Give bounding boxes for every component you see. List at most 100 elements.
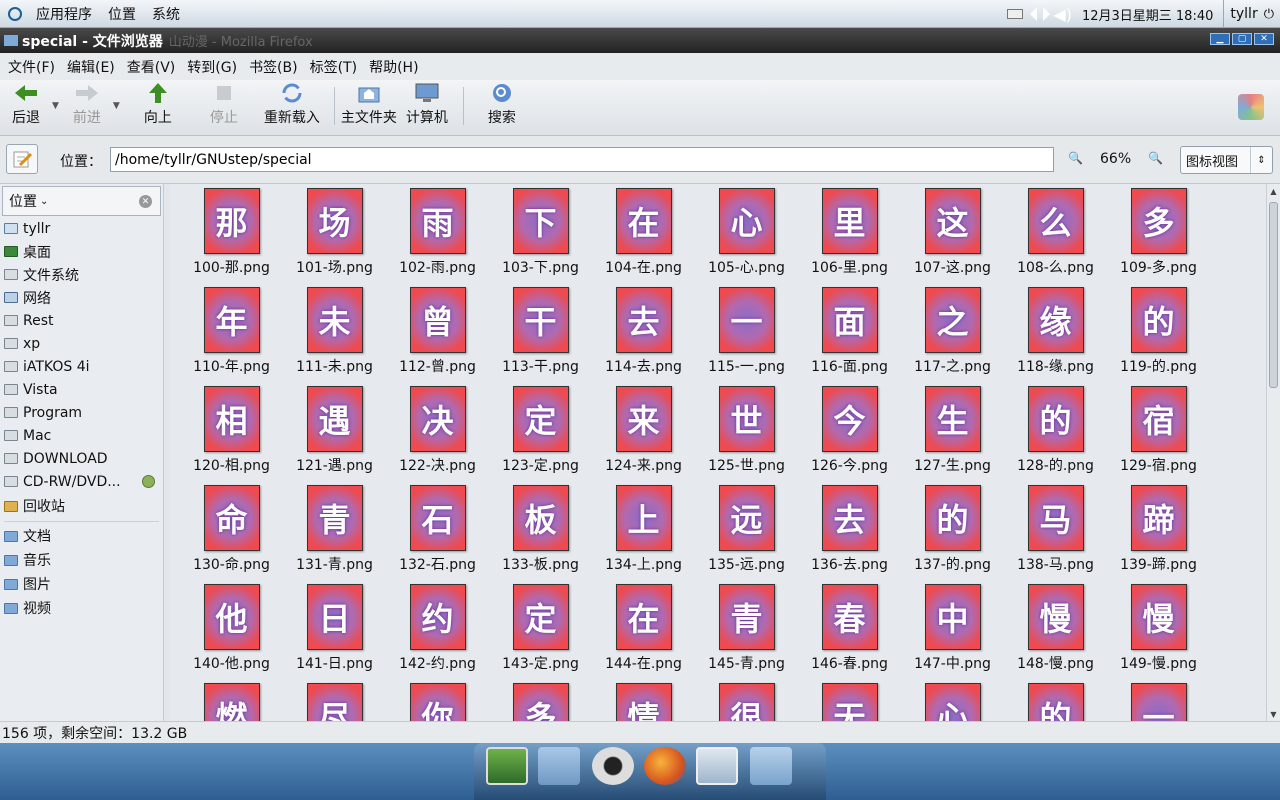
up-button[interactable]: 向上	[136, 81, 180, 127]
sidebar-item-xp[interactable]: xp	[0, 332, 163, 355]
file-item[interactable]: 场 101-场.png	[283, 188, 386, 287]
maximize-button[interactable]: ▢	[1232, 33, 1252, 45]
file-item[interactable]: 你	[386, 683, 489, 721]
file-item[interactable]: 中 147-中.png	[901, 584, 1004, 683]
file-item[interactable]: 石 132-石.png	[386, 485, 489, 584]
file-item[interactable]: 在 144-在.png	[592, 584, 695, 683]
file-item[interactable]: 他 140-他.png	[180, 584, 283, 683]
file-item[interactable]: 约 142-约.png	[386, 584, 489, 683]
sidebar-item-videos[interactable]: 视频	[0, 596, 163, 620]
file-item[interactable]: 面 116-面.png	[798, 287, 901, 386]
file-item[interactable]: 的 128-的.png	[1004, 386, 1107, 485]
forward-button[interactable]: 前进	[65, 81, 109, 127]
file-item[interactable]: 多	[489, 683, 592, 721]
sidebar-item-tyllr[interactable]: tyllr	[0, 217, 163, 240]
sidebar-item-network[interactable]: 网络	[0, 286, 163, 309]
close-button[interactable]: ✕	[1254, 33, 1274, 45]
file-item[interactable]: 的 137-的.png	[901, 485, 1004, 584]
menu-go[interactable]: 转到(G)	[181, 57, 243, 77]
file-item[interactable]: 的	[1004, 683, 1107, 721]
file-item[interactable]: 缘 118-缘.png	[1004, 287, 1107, 386]
file-item[interactable]: 燃	[180, 683, 283, 721]
forward-history-dropdown[interactable]: ▼	[113, 101, 120, 111]
file-item[interactable]: 世 125-世.png	[695, 386, 798, 485]
icon-view[interactable]: 那 100-那.png 场 101-场.png 雨 102-雨.png 下 103-下.png…	[170, 184, 1266, 721]
places-menu[interactable]: 位置	[100, 4, 144, 24]
sidebar-item-download[interactable]: DOWNLOAD	[0, 447, 163, 470]
file-item[interactable]: 雨 102-雨.png	[386, 188, 489, 287]
file-item[interactable]: 一	[1107, 683, 1210, 721]
system-menu[interactable]: 系统	[144, 4, 188, 24]
home-folder-button[interactable]: 主文件夹	[341, 81, 397, 127]
reload-button[interactable]: 重新载入	[264, 81, 320, 127]
file-item[interactable]: 日 141-日.png	[283, 584, 386, 683]
power-icon[interactable]: ⏻	[1264, 7, 1274, 22]
scroll-up-arrow-icon[interactable]: ▲	[1267, 184, 1280, 198]
file-item[interactable]: 之 117-之.png	[901, 287, 1004, 386]
computer-button[interactable]: 计算机	[405, 81, 449, 127]
stop-button[interactable]: 停止	[202, 81, 246, 127]
file-item[interactable]: 远 135-远.png	[695, 485, 798, 584]
file-item[interactable]: 很	[695, 683, 798, 721]
file-item[interactable]: 命 130-命.png	[180, 485, 283, 584]
file-item[interactable]: 上 134-上.png	[592, 485, 695, 584]
sidebar-item-vista[interactable]: Vista	[0, 378, 163, 401]
file-item[interactable]: 慢 148-慢.png	[1004, 584, 1107, 683]
file-item[interactable]: 去 114-去.png	[592, 287, 695, 386]
file-item[interactable]: 定 143-定.png	[489, 584, 592, 683]
file-item[interactable]: 决 122-决.png	[386, 386, 489, 485]
file-item[interactable]: 情	[592, 683, 695, 721]
toggle-location-edit-button[interactable]	[6, 144, 38, 174]
user-switcher[interactable]: tyllr ⏻	[1223, 0, 1280, 28]
file-item[interactable]: 里 106-里.png	[798, 188, 901, 287]
search-button[interactable]: 搜索	[480, 81, 524, 127]
clock[interactable]: 12月3日星期三 18:40	[1072, 5, 1223, 24]
sidebar-item-desktop[interactable]: 桌面	[0, 240, 163, 263]
minimize-button[interactable]: ▁	[1210, 33, 1230, 45]
scroll-down-arrow-icon[interactable]: ▼	[1267, 707, 1280, 721]
file-item[interactable]: 这 107-这.png	[901, 188, 1004, 287]
menu-help[interactable]: 帮助(H)	[363, 57, 424, 77]
sidebar-item-program[interactable]: Program	[0, 401, 163, 424]
file-item[interactable]: 曾 112-曾.png	[386, 287, 489, 386]
back-button[interactable]: 后退	[4, 81, 48, 127]
file-item[interactable]: 那 100-那.png	[180, 188, 283, 287]
location-input[interactable]	[110, 147, 1054, 172]
file-item[interactable]: 未 111-未.png	[283, 287, 386, 386]
zoom-in-icon[interactable]: 🔍	[1148, 151, 1163, 165]
zoom-level[interactable]: 66%	[1100, 151, 1131, 167]
file-item[interactable]: 马 138-马.png	[1004, 485, 1107, 584]
file-item[interactable]: 今 126-今.png	[798, 386, 901, 485]
sidebar-item-iatkos[interactable]: iATKOS 4i	[0, 355, 163, 378]
menu-view[interactable]: 查看(V)	[121, 57, 182, 77]
window-titlebar[interactable]: special - 文件浏览器 山动漫 - Mozilla Firefox ▁ …	[0, 28, 1280, 53]
file-manager-icon[interactable]	[750, 747, 792, 785]
menu-file[interactable]: 文件(F)	[2, 57, 61, 77]
sidebar-item-cdrw[interactable]: CD-RW/DVD...	[0, 470, 163, 493]
music-player-icon[interactable]	[592, 747, 634, 785]
file-item[interactable]: 尽	[283, 683, 386, 721]
menu-tabs[interactable]: 标签(T)	[304, 57, 363, 77]
sidebar-item-music[interactable]: 音乐	[0, 548, 163, 572]
file-item[interactable]: 相 120-相.png	[180, 386, 283, 485]
back-history-dropdown[interactable]: ▼	[52, 101, 59, 111]
vertical-scrollbar[interactable]: ▲ ▼	[1266, 184, 1280, 721]
file-item[interactable]: 么 108-么.png	[1004, 188, 1107, 287]
sidebar-type-select[interactable]: 位置 ⌄ ✕	[2, 186, 161, 216]
volume-icon[interactable]: ◀)	[1053, 5, 1072, 24]
sidebar-item-rest[interactable]: Rest	[0, 309, 163, 332]
file-item[interactable]: 蹄 139-蹄.png	[1107, 485, 1210, 584]
file-item[interactable]: 年 110-年.png	[180, 287, 283, 386]
close-sidebar-icon[interactable]: ✕	[139, 195, 152, 208]
applications-menu[interactable]: 应用程序	[28, 4, 100, 24]
file-item[interactable]: 心	[901, 683, 1004, 721]
folder-icon[interactable]	[538, 747, 580, 785]
file-item[interactable]: 慢 149-慢.png	[1107, 584, 1210, 683]
keyboard-icon[interactable]	[1007, 9, 1024, 19]
menu-bookmarks[interactable]: 书签(B)	[243, 57, 304, 77]
file-item[interactable]: 无	[798, 683, 901, 721]
file-item[interactable]: 生 127-生.png	[901, 386, 1004, 485]
file-item[interactable]: 多 109-多.png	[1107, 188, 1210, 287]
menu-edit[interactable]: 编辑(E)	[61, 57, 121, 77]
next-track-icon[interactable]	[1043, 7, 1051, 21]
